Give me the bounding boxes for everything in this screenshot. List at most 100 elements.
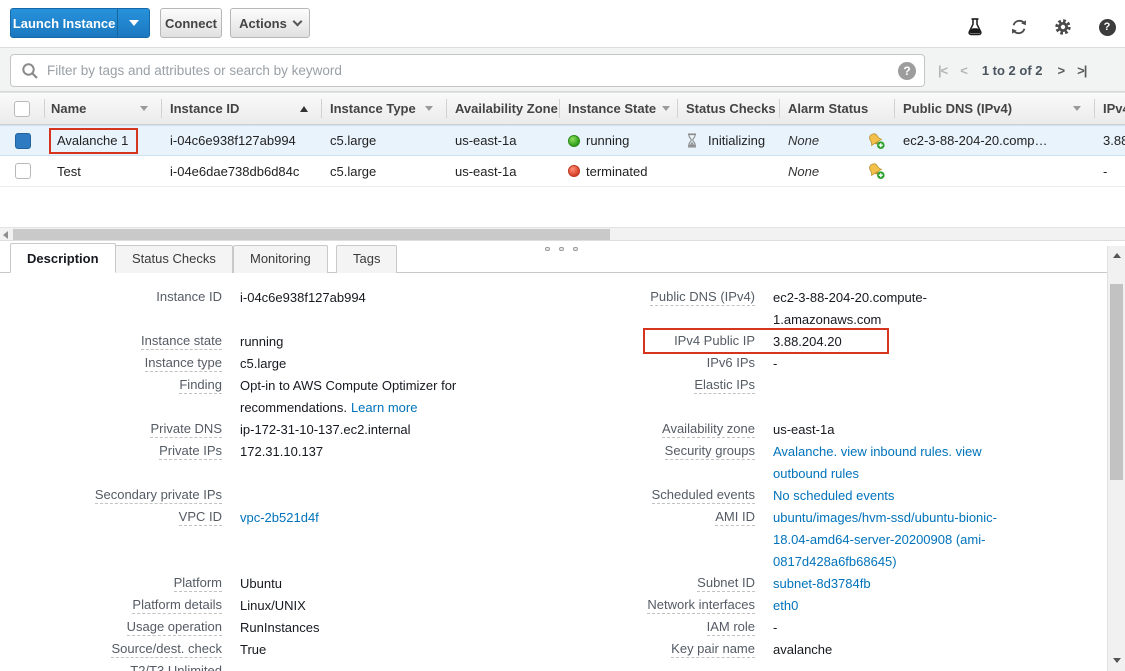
tab-status-checks[interactable]: Status Checks	[115, 245, 233, 273]
connect-button[interactable]: Connect	[160, 8, 222, 38]
hourglass-icon	[686, 133, 698, 148]
network-interface-link[interactable]: eth0	[773, 598, 798, 613]
alarm-status-cell: None	[780, 156, 895, 187]
instance-state-cell: terminated	[560, 156, 678, 187]
column-header-ipv4-public-ip[interactable]: IPv4 Public IP	[1095, 92, 1125, 125]
column-header-name[interactable]: Name	[45, 92, 162, 125]
horizontal-scrollbar[interactable]	[0, 227, 1125, 241]
ami-id-link[interactable]: ubuntu/images/hvm-ssd/ubuntu-bionic-18.0…	[773, 510, 997, 569]
settings-gear-icon[interactable]	[1053, 17, 1073, 37]
vertical-scrollbar-thumb[interactable]	[1110, 284, 1123, 480]
row-checkbox[interactable]	[15, 133, 31, 149]
red-annotation-box: Avalanche 1	[49, 128, 138, 154]
pagination-first-button[interactable]: |<	[938, 63, 947, 78]
actions-button[interactable]: Actions	[230, 8, 310, 38]
description-row: Platform Ubuntu Subnet ID subnet-8d3784f…	[0, 573, 1107, 595]
horizontal-scrollbar-thumb[interactable]	[13, 229, 610, 240]
description-row: VPC ID vpc-2b521d4f AMI ID ubuntu/images…	[0, 507, 1107, 573]
select-all-header	[0, 92, 45, 125]
column-header-public-dns[interactable]: Public DNS (IPv4)	[895, 92, 1095, 125]
description-row: Platform details Linux/UNIX Network inte…	[0, 595, 1107, 617]
toolbar-icons: ?	[965, 17, 1117, 37]
description-row: Private IPs 172.31.10.137 Security group…	[0, 441, 1107, 485]
description-panel: Instance ID i-04c6e938f127ab994 Public D…	[0, 273, 1107, 671]
column-header-instance-type[interactable]: Instance Type	[322, 92, 447, 125]
instance-name-cell[interactable]: Avalanche 1	[45, 125, 162, 156]
instance-name-cell[interactable]: Test	[45, 156, 162, 187]
filter-dropdown-icon[interactable]	[1073, 106, 1081, 111]
availability-zone-cell: us-east-1a	[447, 156, 560, 187]
filter-dropdown-icon[interactable]	[662, 106, 670, 111]
status-checks-cell	[678, 156, 780, 187]
table-row	[0, 125, 45, 156]
scroll-down-icon[interactable]	[1113, 658, 1121, 663]
instance-type-cell: c5.large	[322, 125, 447, 156]
vertical-scrollbar[interactable]	[1107, 246, 1125, 671]
search-box: ?	[10, 54, 925, 87]
launch-instance-button[interactable]: Launch Instance	[10, 8, 150, 38]
refresh-icon[interactable]	[1009, 17, 1029, 37]
launch-instance-dropdown[interactable]	[117, 8, 149, 38]
column-header-alarm-status[interactable]: Alarm Status	[780, 92, 895, 125]
instance-type-cell: c5.large	[322, 156, 447, 187]
table-row	[0, 156, 45, 187]
create-alarm-bell-icon[interactable]	[867, 132, 886, 150]
column-header-status-checks[interactable]: Status Checks	[678, 92, 780, 125]
pagination: |< < 1 to 2 of 2 > >|	[938, 54, 1086, 87]
pagination-prev-button[interactable]: <	[960, 63, 967, 78]
instance-id-cell[interactable]: i-04c6e938f127ab994	[162, 125, 322, 156]
panel-resize-handle[interactable]	[545, 247, 578, 251]
select-all-checkbox[interactable]	[14, 101, 30, 117]
search-help-icon[interactable]: ?	[898, 62, 916, 80]
detail-tabs: Description Status Checks Monitoring Tag…	[0, 243, 1107, 273]
filter-dropdown-icon[interactable]	[140, 106, 148, 111]
scroll-up-icon[interactable]	[1113, 253, 1121, 258]
description-row: Instance state running IPv4 Public IP 3.…	[0, 331, 1107, 353]
instance-id-cell[interactable]: i-04e6dae738db6d84c	[162, 156, 322, 187]
security-groups-link[interactable]: Avalanche. view inbound rules. view outb…	[773, 444, 982, 481]
row-checkbox[interactable]	[15, 163, 31, 179]
tab-tags[interactable]: Tags	[336, 245, 397, 273]
description-row: Source/dest. check True Key pair name av…	[0, 639, 1107, 661]
sort-ascending-icon	[300, 106, 308, 112]
tab-description[interactable]: Description	[10, 243, 116, 273]
experiment-flask-icon[interactable]	[965, 17, 985, 37]
column-header-instance-id[interactable]: Instance ID	[162, 92, 322, 125]
pagination-next-button[interactable]: >	[1058, 63, 1065, 78]
chevron-down-icon	[129, 20, 139, 26]
search-input[interactable]	[47, 56, 890, 85]
filter-dropdown-icon[interactable]	[425, 106, 433, 111]
public-dns-cell: ec2-3-88-204-20.comp…	[895, 125, 1095, 156]
terminated-state-icon	[568, 165, 580, 177]
top-toolbar: Launch Instance Connect Actions	[0, 0, 1125, 47]
help-icon[interactable]: ?	[1097, 17, 1117, 37]
alarm-status-cell: None	[780, 125, 895, 156]
description-row: Usage operation RunInstances IAM role -	[0, 617, 1107, 639]
status-checks-cell: Initializing	[678, 125, 780, 156]
search-icon	[21, 62, 39, 80]
scheduled-events-link[interactable]: No scheduled events	[773, 488, 894, 503]
description-row: Private DNS ip-172-31-10-137.ec2.interna…	[0, 419, 1107, 441]
description-row: Secondary private IPs Scheduled events N…	[0, 485, 1107, 507]
ipv4-public-ip-cell: 3.88.204.20	[1095, 125, 1125, 156]
description-row: T2/T3 Unlimited	[0, 661, 1107, 671]
instances-table: Name Instance ID Instance Type Availabil…	[0, 92, 1125, 187]
chevron-down-icon	[292, 16, 302, 26]
public-dns-cell	[895, 156, 1095, 187]
learn-more-link[interactable]: Learn more	[351, 400, 417, 415]
subnet-id-link[interactable]: subnet-8d3784fb	[773, 576, 871, 591]
scroll-left-icon[interactable]	[3, 231, 8, 239]
filter-bar: ? |< < 1 to 2 of 2 > >|	[0, 47, 1125, 92]
description-row: Instance ID i-04c6e938f127ab994 Public D…	[0, 287, 1107, 331]
vpc-id-link[interactable]: vpc-2b521d4f	[240, 510, 319, 525]
column-header-instance-state[interactable]: Instance State	[560, 92, 678, 125]
running-state-icon	[568, 135, 580, 147]
availability-zone-cell: us-east-1a	[447, 125, 560, 156]
tab-monitoring[interactable]: Monitoring	[233, 245, 328, 273]
pagination-last-button[interactable]: >|	[1077, 63, 1086, 78]
create-alarm-bell-icon[interactable]	[867, 162, 886, 180]
pagination-range-label: 1 to 2 of 2	[982, 63, 1043, 78]
instance-state-cell: running	[560, 125, 678, 156]
column-header-availability-zone[interactable]: Availability Zone	[447, 92, 560, 125]
ipv4-public-ip-cell: -	[1095, 156, 1125, 187]
